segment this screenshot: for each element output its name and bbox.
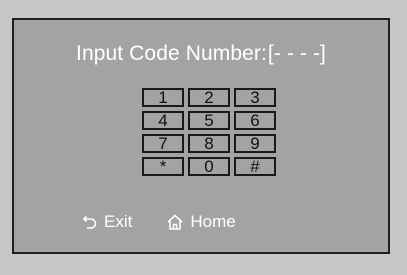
title-label: Input Code Number: <box>76 42 267 65</box>
key-label: 2 <box>204 88 214 107</box>
code-display: [- - - -] <box>267 42 326 65</box>
key-hash[interactable]: # <box>234 157 276 176</box>
key-9[interactable]: 9 <box>234 134 276 153</box>
key-2[interactable]: 2 <box>188 88 230 107</box>
device-panel: Input Code Number:[- - - -] 1 2 3 4 5 6 … <box>0 0 407 275</box>
key-label: 0 <box>204 157 214 176</box>
key-5[interactable]: 5 <box>188 111 230 130</box>
home-icon <box>166 213 184 231</box>
key-label: 3 <box>250 88 260 107</box>
key-label: 7 <box>158 134 168 153</box>
home-label: Home <box>190 212 236 231</box>
key-star[interactable]: * <box>142 157 184 176</box>
key-label: 6 <box>250 111 260 130</box>
exit-label: Exit <box>104 212 133 231</box>
code-input-screen: Input Code Number:[- - - -] 1 2 3 4 5 6 … <box>12 18 390 254</box>
home-button[interactable]: Home <box>166 212 236 232</box>
key-4[interactable]: 4 <box>142 111 184 130</box>
key-label: # <box>250 157 260 176</box>
key-label: 9 <box>250 134 260 153</box>
key-8[interactable]: 8 <box>188 134 230 153</box>
key-label: 1 <box>158 88 168 107</box>
back-arrow-icon <box>80 213 98 231</box>
key-label: 8 <box>204 134 214 153</box>
exit-button[interactable]: Exit <box>80 212 132 232</box>
key-1[interactable]: 1 <box>142 88 184 107</box>
key-label: 5 <box>204 111 214 130</box>
footer-nav: Exit Home <box>80 210 236 234</box>
keypad: 1 2 3 4 5 6 7 8 9 * 0 # <box>142 88 276 176</box>
key-7[interactable]: 7 <box>142 134 184 153</box>
key-label: 4 <box>158 111 168 130</box>
key-0[interactable]: 0 <box>188 157 230 176</box>
key-6[interactable]: 6 <box>234 111 276 130</box>
key-label: * <box>159 157 167 176</box>
page-title: Input Code Number:[- - - -] <box>14 42 388 66</box>
key-3[interactable]: 3 <box>234 88 276 107</box>
